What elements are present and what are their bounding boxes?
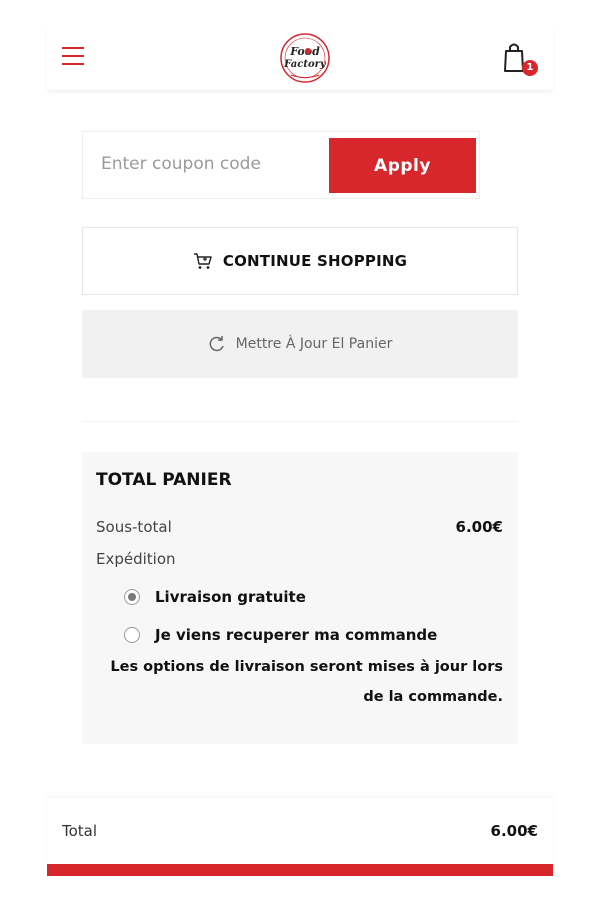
- total-value: 6.00€: [490, 822, 538, 840]
- hamburger-icon[interactable]: [62, 47, 84, 65]
- cart-button[interactable]: 1: [502, 40, 538, 76]
- shipping-option-label: Je viens recuperer ma commande: [155, 626, 438, 644]
- radio-button-checked[interactable]: [124, 589, 140, 605]
- cart-totals-title: TOTAL PANIER: [96, 470, 232, 490]
- subtotal-label: Sous-total: [96, 518, 172, 536]
- continue-shopping-button[interactable]: CONTINUE SHOPPING: [82, 227, 518, 295]
- refresh-icon: [209, 336, 224, 352]
- continue-shopping-label: CONTINUE SHOPPING: [222, 252, 408, 270]
- order-total-bar: Total 6.00€: [47, 798, 553, 864]
- shipping-option-free-delivery[interactable]: Livraison gratuite: [124, 586, 306, 608]
- mobile-viewport: Food Factory 1 Apply CONTINUE SHOPPING: [47, 28, 553, 878]
- apply-coupon-button[interactable]: Apply: [329, 138, 476, 193]
- subtotal-value: 6.00€: [455, 518, 503, 536]
- svg-text:Food: Food: [289, 45, 320, 58]
- shipping-option-pickup[interactable]: Je viens recuperer ma commande: [124, 624, 437, 646]
- svg-text:Factory: Factory: [283, 59, 327, 70]
- total-label: Total: [62, 822, 98, 840]
- divider: [82, 421, 518, 422]
- cart-icon: [193, 253, 212, 269]
- update-cart-button[interactable]: Mettre À Jour El Panier: [82, 310, 518, 378]
- radio-button[interactable]: [124, 627, 140, 643]
- shipping-option-label: Livraison gratuite: [155, 588, 306, 606]
- cart-count-badge: 1: [522, 60, 538, 76]
- cart-totals-panel: TOTAL PANIER Sous-total 6.00€ Expédition…: [82, 452, 518, 744]
- checkout-button[interactable]: [47, 864, 553, 876]
- food-factory-logo[interactable]: Food Factory: [277, 31, 333, 85]
- coupon-code-input[interactable]: [93, 144, 329, 184]
- site-header: Food Factory 1: [47, 28, 553, 90]
- coupon-form: Apply: [82, 131, 480, 199]
- shipping-note: Les options de livraison seront mises à …: [110, 659, 503, 705]
- shipping-label: Expédition: [96, 550, 176, 568]
- update-cart-label: Mettre À Jour El Panier: [235, 336, 393, 352]
